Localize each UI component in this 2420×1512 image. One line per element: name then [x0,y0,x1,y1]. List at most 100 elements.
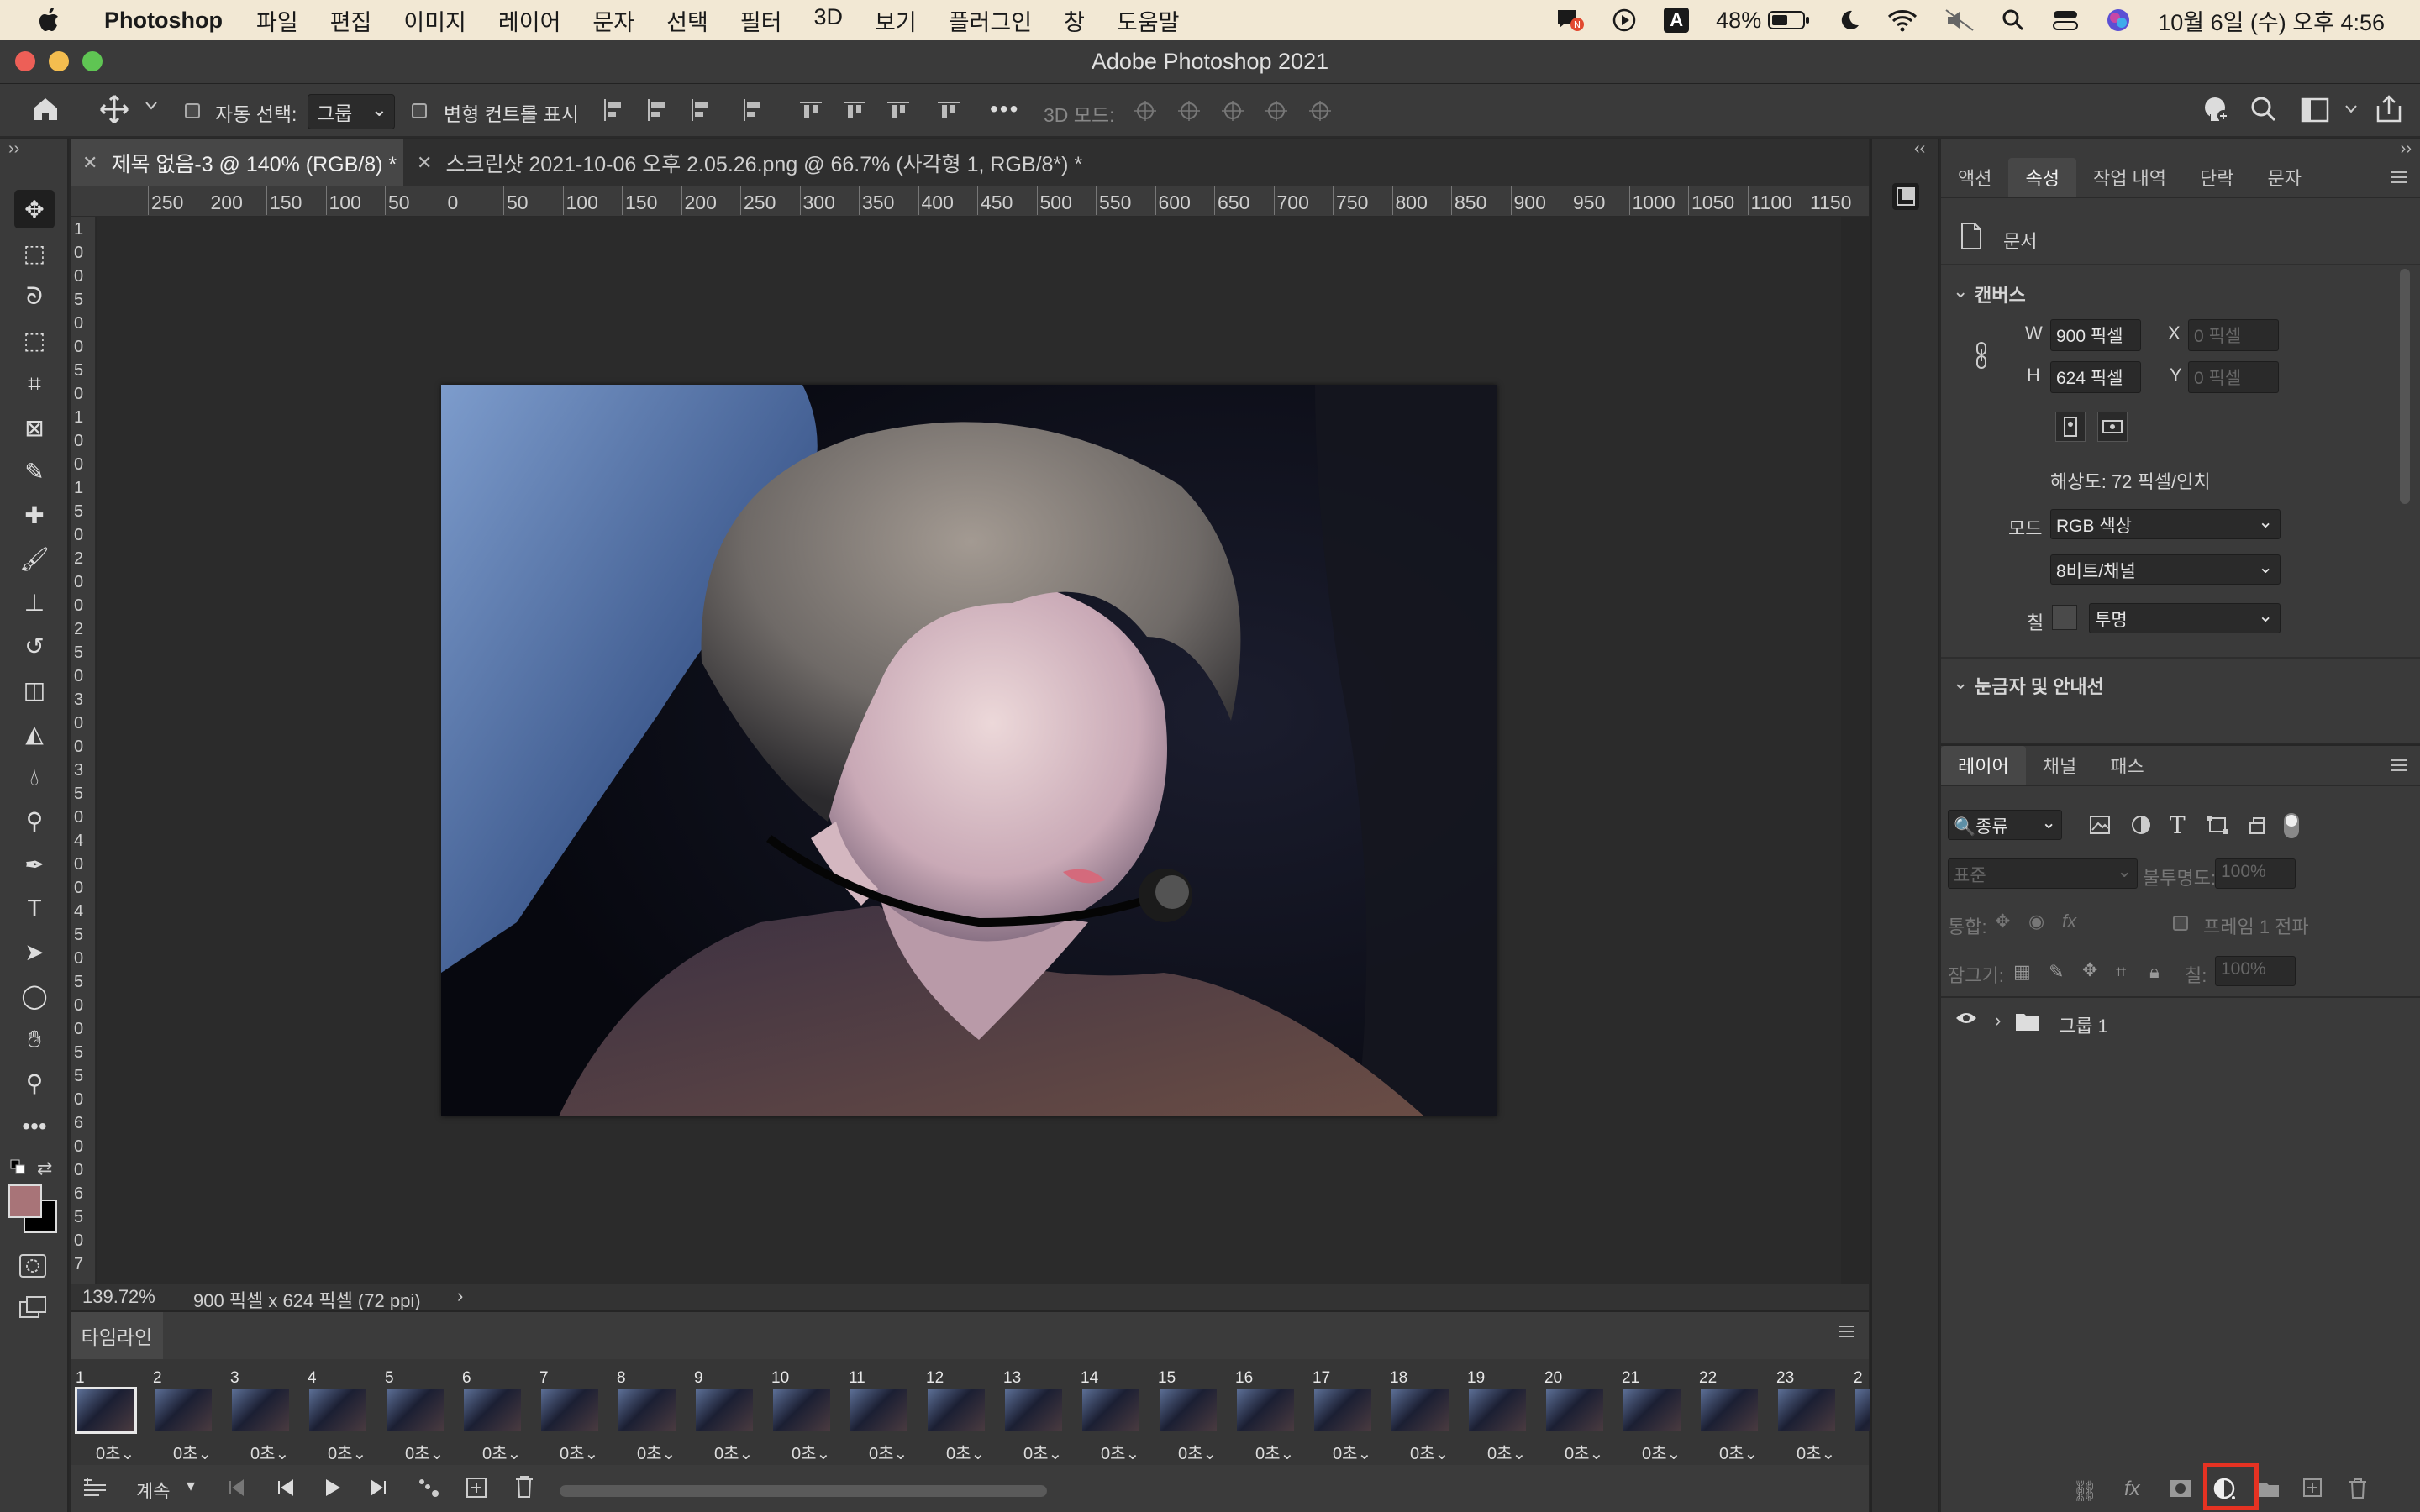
color-mode-dropdown[interactable]: RGB 색상 ⌄ [2050,509,2281,539]
filter-toggle[interactable] [2284,813,2299,838]
timeline-frame[interactable]: 22 0초⌄ [1696,1368,1766,1463]
menu-item[interactable]: 선택 [666,4,708,37]
blur-tool-icon[interactable]: 💧︎ [14,758,55,796]
timeline-frame[interactable]: 9 0초⌄ [691,1368,761,1463]
lock-transparent-icon[interactable]: ▦ [2013,961,2031,983]
auto-select-dropdown[interactable]: 그룹 ⌄ [308,94,395,129]
path-select-tool-icon[interactable]: ➤ [14,932,55,971]
unify-position-icon[interactable]: ✥ [1995,911,2010,932]
scrollbar-thumb[interactable] [560,1485,1047,1497]
clone-stamp-icon[interactable]: ⊥ [14,583,55,622]
chevron-down-icon[interactable]: ⌄ [1953,672,1968,694]
menu-item[interactable]: 창 [1064,4,1085,37]
lock-all-icon[interactable]: 🔒︎ [2149,961,2160,983]
timeline-frame[interactable]: 11 0초⌄ [845,1368,916,1463]
timeline-frame[interactable]: 13 0초⌄ [1000,1368,1071,1463]
tab-untitled-3[interactable]: ✕ 제목 없음-3 @ 140% (RGB/8) * [71,139,403,186]
new-layer-icon[interactable] [2302,1478,2323,1498]
history-brush-icon[interactable]: ↺ [14,627,55,665]
frame-duration[interactable]: 0초⌄ [1410,1440,1449,1464]
auto-select-checkbox[interactable] [185,103,200,118]
timeline-frame[interactable]: 18 0초⌄ [1386,1368,1457,1463]
search-icon[interactable] [2250,96,2277,123]
menu-item[interactable]: 도움말 [1117,4,1180,37]
align-vcenter-icon[interactable] [842,97,867,123]
libraries-icon[interactable] [1891,181,1921,212]
timeline-frame[interactable]: 1 0초⌄ [72,1368,143,1463]
align-top-icon[interactable] [798,97,823,123]
tab-screenshot[interactable]: ✕ 스크린샷 2021-10-06 오후 2.05.26.png @ 66.7%… [405,139,1178,186]
convert-timeline-icon[interactable] [82,1477,108,1499]
swap-colors-icon[interactable]: ⇄ [37,1158,52,1179]
frame-duration[interactable]: 0초⌄ [1101,1440,1139,1464]
zoom-tool-icon[interactable]: ⚲ [14,1063,55,1102]
lock-brush-icon[interactable]: ✎ [2049,961,2064,983]
more-options-icon[interactable]: ••• [990,96,1019,123]
bit-depth-dropdown[interactable]: 8비트/채널 ⌄ [2050,554,2281,585]
apple-menu-icon[interactable] [29,0,69,40]
filter-pixel-icon[interactable] [2089,815,2111,835]
align-right-icon[interactable] [687,97,713,123]
dodge-tool-icon[interactable]: ⚲ [14,801,55,840]
zoom-level[interactable]: 139.72% [82,1286,155,1308]
siri-icon[interactable] [2106,8,2131,33]
delete-frame-icon[interactable] [514,1475,534,1499]
frame-duration[interactable]: 0초⌄ [792,1440,830,1464]
frame-duration[interactable]: 0초⌄ [328,1440,366,1464]
ellipse-tool-icon[interactable]: ◯ [14,976,55,1015]
hand-tool-icon[interactable]: ✋︎ [14,1020,55,1058]
search-spotlight-icon[interactable] [2002,8,2025,32]
tween-icon[interactable] [417,1477,442,1499]
tab-layers[interactable]: 레이어 [1941,746,2026,785]
previous-frame-icon[interactable] [276,1478,296,1497]
play-icon[interactable] [323,1477,343,1499]
panel-menu-icon[interactable] [2390,170,2408,185]
next-frame-icon[interactable] [368,1478,388,1497]
first-frame-icon[interactable] [227,1478,245,1497]
chevron-down-icon[interactable] [2344,104,2358,114]
landscape-orientation-icon[interactable] [2097,412,2128,442]
more-tools-icon[interactable]: ••• [14,1107,55,1146]
frame-duration[interactable]: 0초⌄ [1565,1440,1603,1464]
timeline-tab[interactable]: 타임라인 [71,1312,163,1359]
tab-channels[interactable]: 채널 [2026,746,2093,785]
link-layers-icon[interactable]: ⛓ [2072,1479,2097,1504]
timeline-frame[interactable]: 23 0초⌄ [1773,1368,1844,1463]
close-tab-icon[interactable]: ✕ [417,152,432,174]
chevron-down-icon[interactable]: ▾ [187,1475,195,1496]
menu-item[interactable]: 플러그인 [949,4,1032,37]
timeline-frame[interactable]: 20 0초⌄ [1541,1368,1612,1463]
share-icon[interactable] [2375,94,2403,124]
paint-bucket-icon[interactable]: ◭ [14,714,55,753]
link-dimensions-icon[interactable] [1973,341,1990,370]
app-name-menu[interactable]: Photoshop [104,8,223,34]
marquee-tool-icon[interactable]: ⬚ [14,234,55,272]
scale-3d-icon[interactable] [1306,99,1334,123]
roll-3d-icon[interactable] [1175,99,1203,123]
y-field[interactable]: 0 픽셀 [2188,361,2279,393]
quick-mask-icon[interactable] [18,1253,47,1278]
filter-shape-icon[interactable] [2207,815,2228,835]
layer-name[interactable]: 그룹 1 [2059,1011,2108,1038]
timeline-frame[interactable]: 17 0초⌄ [1309,1368,1380,1463]
menu-item[interactable]: 레이어 [498,4,561,37]
menu-item[interactable]: 문자 [592,4,634,37]
timeline-frame[interactable]: 7 0초⌄ [536,1368,607,1463]
filter-adjustment-icon[interactable] [2131,815,2151,835]
blend-mode-dropdown[interactable]: 표준 ⌄ [1948,858,2138,889]
width-field[interactable]: 900 픽셀 [2050,319,2141,351]
orbit-3d-icon[interactable] [1131,99,1160,123]
timeline-scrollbar[interactable] [560,1485,1047,1497]
timeline-frame[interactable]: 3 0초⌄ [227,1368,297,1463]
frame-duration[interactable]: 0초⌄ [1797,1440,1835,1464]
tab-paths[interactable]: 패스 [2093,746,2160,785]
fill-opacity-field[interactable]: 100% [2215,956,2296,986]
frame-duration[interactable]: 0초⌄ [946,1440,985,1464]
timeline-frame[interactable]: 21 0초⌄ [1618,1368,1689,1463]
battery-icon[interactable] [1768,10,1810,30]
workspace-icon[interactable] [2301,97,2331,123]
menu-item[interactable]: 필터 [740,4,782,37]
move-tool-icon[interactable]: ✥ [14,190,55,228]
menubar-clock[interactable]: 10월 6일 (수) 오후 4:56 [2158,4,2385,37]
collapse-toolbar-icon[interactable]: ›› [8,139,19,159]
